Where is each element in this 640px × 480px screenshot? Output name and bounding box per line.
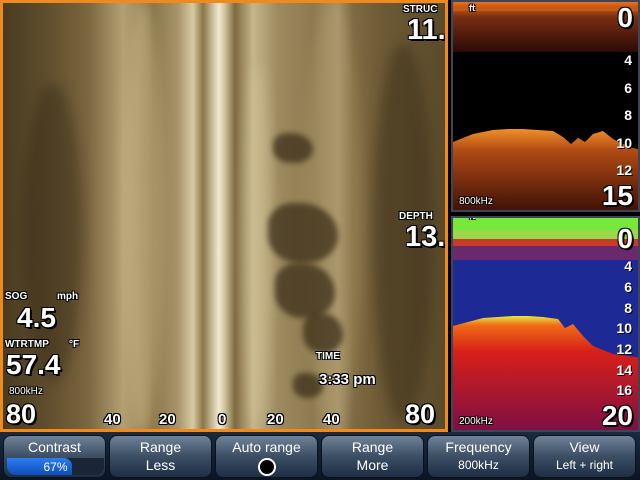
- water-temp-unit: °F: [69, 339, 80, 350]
- bottom-sonar-scale: 16: [616, 382, 632, 398]
- top-sonar-unit: ft: [469, 3, 475, 13]
- scale-tick: 40: [323, 411, 340, 428]
- top-sonar-scale: 12: [616, 162, 632, 178]
- softkey-bar: Contrast 67% Range Less Auto range Range…: [0, 432, 640, 480]
- scale-tick: 40: [104, 411, 121, 428]
- frequency-button[interactable]: Frequency 800kHz: [427, 435, 530, 478]
- sog-value: 4.5: [17, 302, 56, 333]
- view-button[interactable]: View Left + right: [533, 435, 636, 478]
- top-sonar-scale: 4: [624, 52, 632, 68]
- contrast-button[interactable]: Contrast 67%: [3, 435, 106, 478]
- depth-value: 13.7: [405, 221, 446, 253]
- range-more-label: Range: [351, 439, 394, 455]
- top-sonar-frequency: 800kHz: [459, 196, 493, 207]
- sonar-pane-800khz[interactable]: ft 0 4 6 8 10 12 800kHz 15: [451, 0, 640, 212]
- sonar-pane-200khz[interactable]: ft 0 4 6 8 10 12 14 16 200kHz 20: [451, 216, 640, 432]
- bottom-sonar-bottom-value: 20: [601, 400, 633, 431]
- top-sonar-top-value: 0: [617, 2, 633, 33]
- view-label: View: [569, 439, 600, 455]
- water-temp-value: 57.4: [6, 349, 61, 380]
- sog-label: SOG: [5, 291, 28, 302]
- top-sonar-scale: 6: [624, 80, 632, 96]
- bottom-sonar-scale: 10: [616, 320, 632, 336]
- range-right-value: 80: [405, 399, 436, 429]
- time-value: 3:33 pm: [319, 371, 376, 388]
- bottom-sonar-scale: 14: [616, 362, 632, 378]
- view-value: Left + right: [555, 458, 614, 472]
- side-imaging-image: [3, 3, 445, 429]
- bottom-sonar-scale: 6: [624, 279, 632, 295]
- range-less-sublabel: Less: [145, 457, 176, 473]
- auto-range-label: Auto range: [232, 439, 301, 455]
- bottom-sonar-scale: 12: [616, 341, 632, 357]
- range-less-label: Range: [139, 439, 182, 455]
- auto-range-button[interactable]: Auto range: [215, 435, 318, 478]
- contrast-value: 67%: [43, 460, 68, 474]
- sog-unit: mph: [57, 291, 79, 302]
- structure-value: 11.7: [407, 14, 446, 46]
- frequency-label: Frequency: [445, 439, 512, 455]
- auto-range-toggle-icon: [257, 458, 276, 476]
- top-sonar-scale: 8: [624, 107, 632, 123]
- top-sonar-scale: 10: [616, 135, 632, 151]
- frequency-value: 800kHz: [458, 458, 499, 472]
- bottom-sonar-top-value: 0: [617, 223, 633, 254]
- range-more-button[interactable]: Range More: [321, 435, 424, 478]
- bottom-sonar-scale: 8: [624, 300, 632, 316]
- contrast-level-bar: 67%: [7, 458, 104, 475]
- top-sonar-bottom-value: 15: [601, 180, 633, 211]
- bottom-sonar-scale: 4: [624, 258, 632, 274]
- range-less-button[interactable]: Range Less: [109, 435, 212, 478]
- side-frequency-label: 800kHz: [9, 386, 43, 397]
- contrast-label: Contrast: [28, 439, 81, 455]
- scale-tick: 0: [218, 411, 227, 428]
- scale-tick: 20: [267, 411, 284, 428]
- time-label: TIME: [316, 351, 340, 362]
- range-left-value: 80: [6, 399, 37, 429]
- scale-tick: 20: [159, 411, 176, 428]
- bottom-sonar-unit: ft: [469, 216, 475, 221]
- range-more-sublabel: More: [356, 457, 389, 473]
- bottom-sonar-frequency: 200kHz: [459, 416, 493, 427]
- side-imaging-pane[interactable]: STRUC ft 11.7 DEPTH 13.7 SOG mph 4.5 WTR…: [0, 0, 448, 432]
